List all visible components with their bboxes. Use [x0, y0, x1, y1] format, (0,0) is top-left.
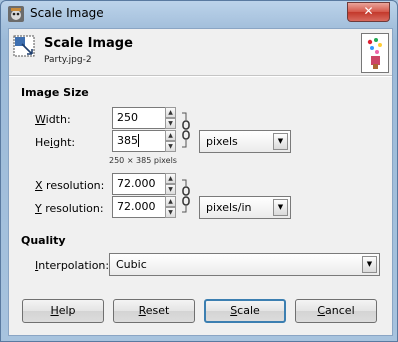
dialog-window: Scale Image ✕ Scale Image Party.jpg-2 Im…: [0, 0, 398, 342]
chain-link-icon[interactable]: [180, 111, 192, 149]
cancel-button[interactable]: Cancel: [295, 299, 377, 323]
y-resolution-increment-button[interactable]: ▲: [165, 196, 176, 207]
scale-button[interactable]: Scale: [204, 299, 286, 323]
scale-image-icon: [13, 35, 35, 57]
header-separator: [9, 75, 392, 77]
header-title: Scale Image: [44, 36, 133, 51]
x-resolution-spinner[interactable]: ▲ ▼: [165, 173, 176, 195]
text-caret: [138, 134, 139, 147]
y-resolution-input[interactable]: 72.000: [112, 196, 166, 218]
x-resolution-input[interactable]: 72.000: [112, 173, 166, 195]
quality-section-label: Quality: [21, 234, 66, 247]
height-input[interactable]: 385: [112, 130, 166, 152]
x-resolution-label: X resolution:: [35, 179, 105, 192]
y-resolution-spinner[interactable]: ▲ ▼: [165, 196, 176, 218]
y-resolution-label: Y resolution:: [35, 202, 104, 215]
height-increment-button[interactable]: ▲: [165, 130, 176, 141]
gimp-icon: [8, 6, 24, 22]
dialog-header: Scale Image Party.jpg-2: [9, 29, 392, 73]
header-subtitle: Party.jpg-2: [44, 55, 92, 65]
chevron-down-icon: ▼: [273, 133, 288, 150]
dialog-client-area: Scale Image Party.jpg-2 Image Size Width…: [8, 28, 393, 336]
height-spinner[interactable]: ▲ ▼: [165, 130, 176, 152]
width-label: Width:: [35, 113, 71, 126]
width-increment-button[interactable]: ▲: [165, 107, 176, 118]
chevron-down-icon: ▼: [362, 256, 377, 273]
height-decrement-button[interactable]: ▼: [165, 141, 176, 152]
reset-button[interactable]: Reset: [113, 299, 195, 323]
y-resolution-decrement-button[interactable]: ▼: [165, 207, 176, 218]
resolution-chain-link-icon[interactable]: [180, 178, 192, 214]
width-decrement-button[interactable]: ▼: [165, 118, 176, 129]
close-button[interactable]: ✕: [347, 2, 390, 22]
height-label: Height:: [35, 136, 76, 149]
x-resolution-increment-button[interactable]: ▲: [165, 173, 176, 184]
window-title: Scale Image: [30, 6, 104, 20]
unit-select[interactable]: pixels ▼: [199, 130, 291, 153]
interpolation-label: Interpolation:: [35, 259, 110, 272]
image-thumbnail: [361, 33, 389, 73]
close-icon: ✕: [363, 4, 374, 18]
interpolation-select[interactable]: Cubic ▼: [109, 253, 380, 276]
resolution-unit-select[interactable]: pixels/in ▼: [199, 196, 291, 219]
chevron-down-icon: ▼: [273, 199, 288, 216]
size-hint: 250 × 385 pixels: [109, 156, 177, 165]
width-spinner[interactable]: ▲ ▼: [165, 107, 176, 129]
help-button[interactable]: Help: [22, 299, 104, 323]
x-resolution-decrement-button[interactable]: ▼: [165, 184, 176, 195]
width-input[interactable]: 250: [112, 107, 166, 129]
title-bar[interactable]: Scale Image ✕: [1, 1, 397, 27]
image-size-section-label: Image Size: [21, 86, 89, 99]
